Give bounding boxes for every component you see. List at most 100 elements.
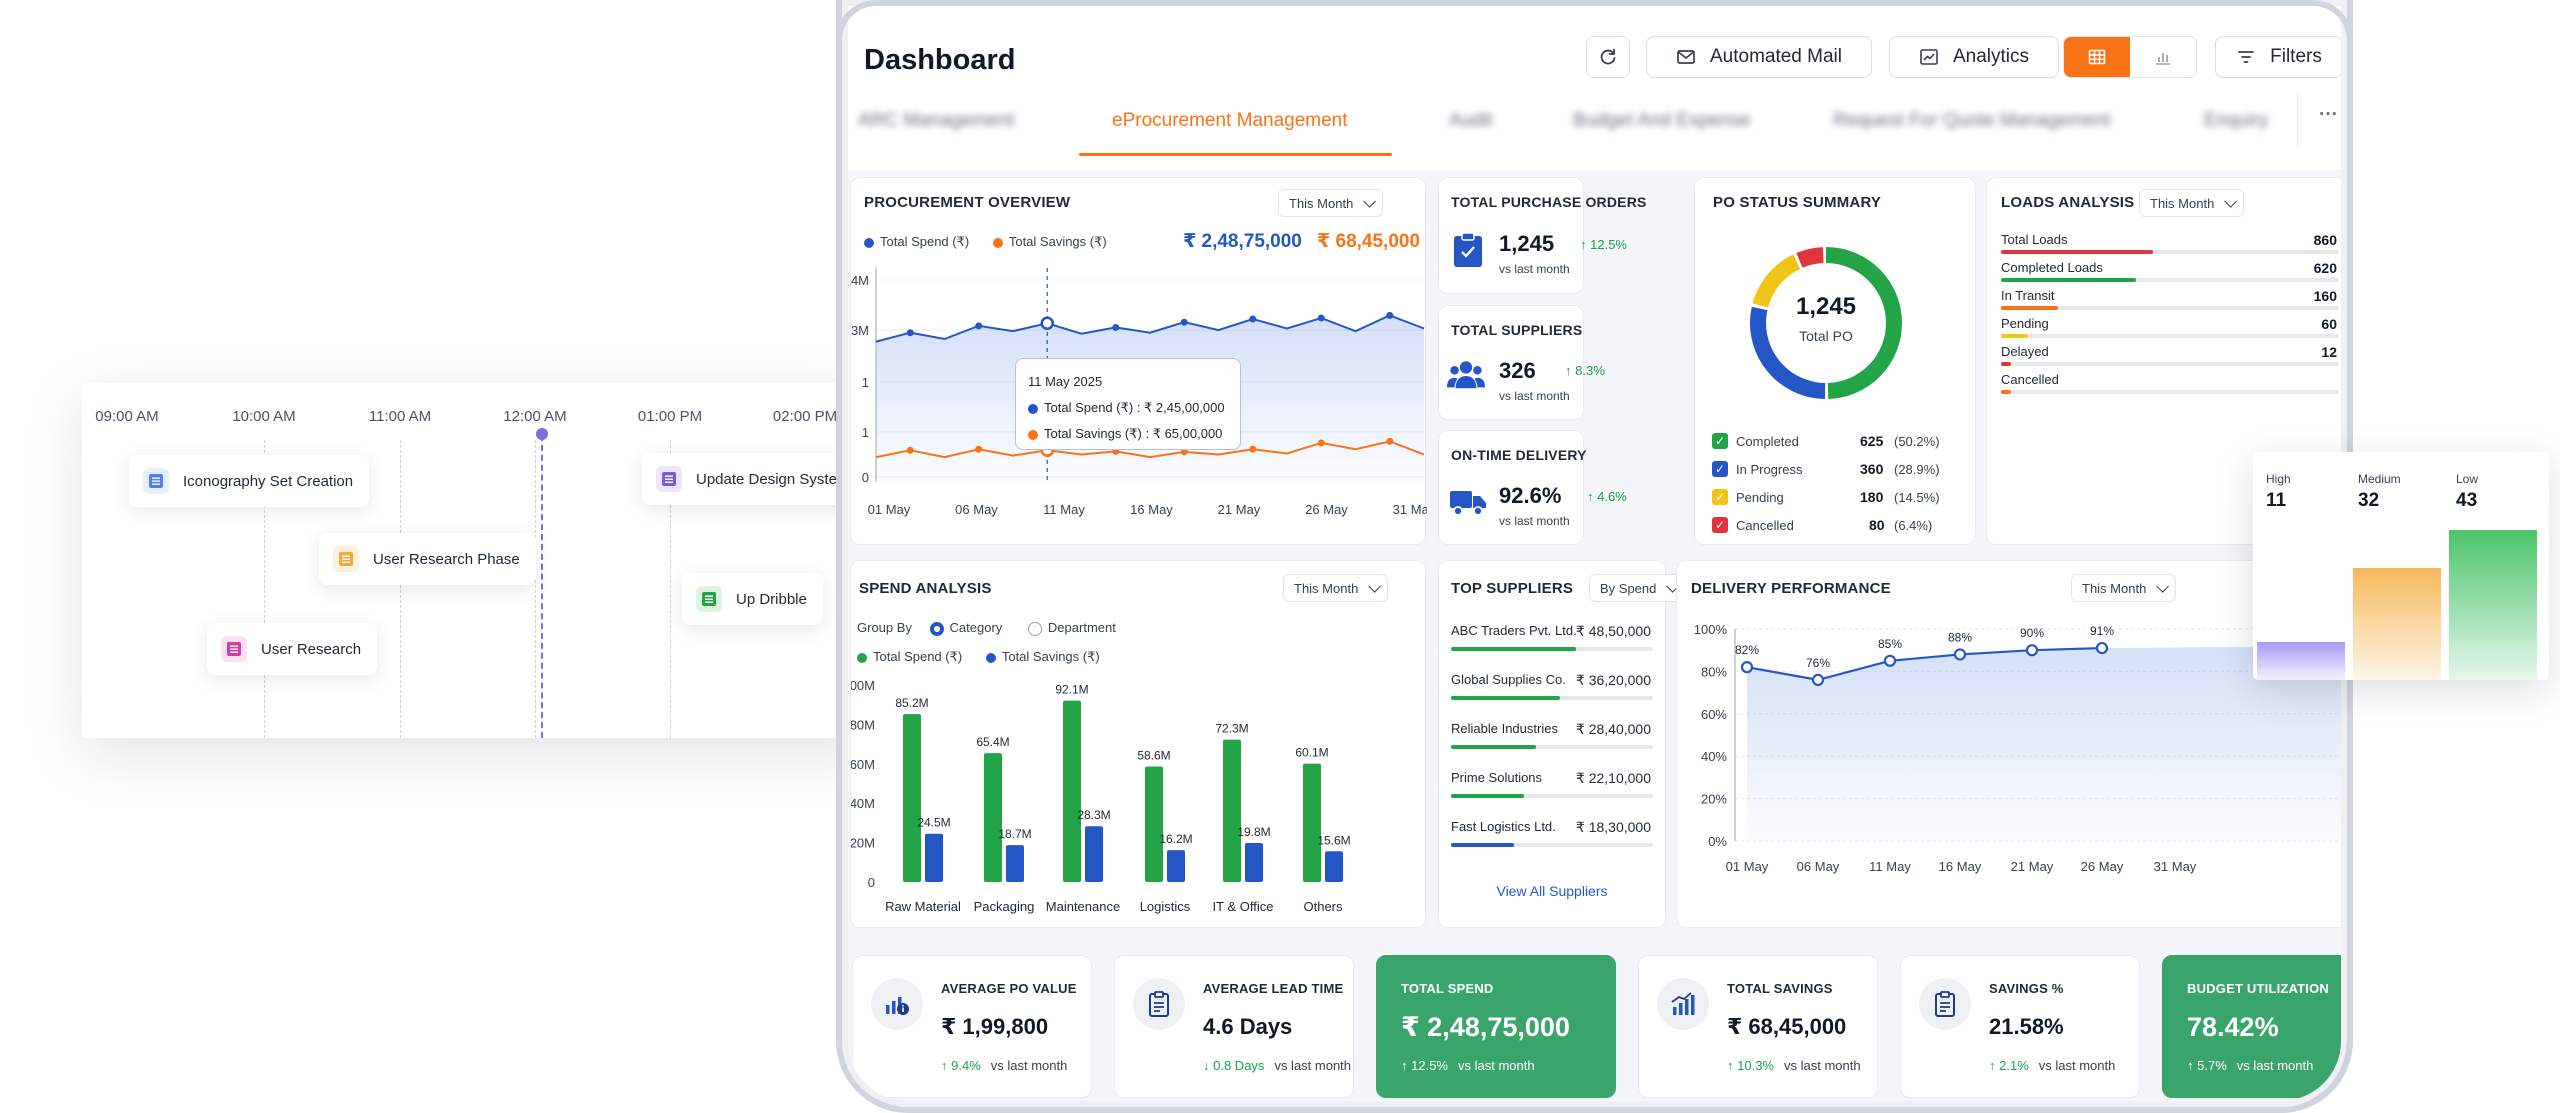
load-label: Completed Loads <box>2001 260 2103 275</box>
task-label: User Research Phase <box>373 550 520 568</box>
delivery-performance-card: DELIVERY PERFORMANCE This Month 100% 80% 6… <box>1676 560 2347 928</box>
tab-arc-management[interactable]: ARC Management <box>858 110 1014 132</box>
period-dropdown[interactable]: This Month <box>2071 574 2177 602</box>
chart-tooltip: 11 May 2025 Total Spend (₹) : ₹ 2,45,00,… <box>1015 358 1241 450</box>
load-label: Pending <box>2001 316 2049 331</box>
y-tick-label: 40M <box>851 796 875 811</box>
kpi-title: TOTAL SAVINGS <box>1727 981 1833 996</box>
kpi-title: TOTAL SPEND <box>1401 981 1494 996</box>
mail-icon <box>1677 50 1695 64</box>
card-title: PROCUREMENT OVERVIEW <box>864 194 1071 211</box>
dropdown-value: This Month <box>1289 195 1354 211</box>
kpi-note: vs last month <box>2236 1058 2314 1073</box>
tab-rfq-management[interactable]: Request For Quote Management <box>1833 110 2111 132</box>
time-label: 11:00 AM <box>368 408 432 425</box>
kpi-value: ₹ 2,48,75,000 <box>1401 1012 1570 1042</box>
data-label: 90% <box>2020 626 2044 640</box>
checkbox-icon: ✓ <box>1712 433 1728 449</box>
automated-mail-button[interactable]: Automated Mail <box>1646 36 1872 78</box>
y-tick-label: 0% <box>1708 834 1727 849</box>
x-tick-label: 26 May <box>1305 502 1348 517</box>
data-point <box>1953 648 1967 661</box>
kpi-note: vs last month <box>1499 262 1570 276</box>
kpi-change: ↑ 4.6% <box>1587 489 1627 504</box>
po-status-row: ✓ Cancelled 80 (6.4%) <box>1712 515 1962 543</box>
x-tick-label: 01 May <box>1726 859 1769 874</box>
more-tabs-button[interactable]: ··· <box>2319 104 2338 126</box>
spend-bar <box>1303 763 1321 882</box>
active-tab-indicator <box>1079 153 1392 156</box>
analytics-button[interactable]: Analytics <box>1889 36 2059 78</box>
chevron-down-icon <box>2156 579 2170 593</box>
y-tick-label: 60% <box>1701 707 1727 722</box>
po-status-row: ✓ Pending 180 (14.5%) <box>1712 487 1962 515</box>
time-gridline <box>400 440 401 738</box>
top-bar: Dashboard Automated Mail Analytics Filte… <box>842 0 2347 170</box>
refresh-button[interactable] <box>1586 36 1630 78</box>
period-dropdown[interactable]: This Month <box>1278 189 1384 217</box>
x-tick-label: 21 May <box>2011 859 2054 874</box>
sort-dropdown[interactable]: By Spend <box>1589 574 1687 602</box>
task-label: Update Design System <box>696 470 850 488</box>
y-tick-label: 4M <box>851 273 869 288</box>
bar-value-label: 92.1M <box>1055 683 1088 697</box>
period-dropdown[interactable]: This Month <box>2139 189 2245 217</box>
kpi-value: 1,245 <box>1499 231 1555 256</box>
timeline-task[interactable]: Up Dribble <box>682 573 823 625</box>
clipboard-icon <box>1919 978 1971 1030</box>
y-tick-label: 20% <box>1701 792 1727 807</box>
tab-audit[interactable]: Audit <box>1449 110 1492 132</box>
bar-value-label: 19.8M <box>1237 825 1270 839</box>
chart-view-button[interactable] <box>2130 37 2196 77</box>
table-view-button[interactable] <box>2064 37 2130 77</box>
total-savings-value: ₹ 68,45,000 <box>1317 231 1421 252</box>
card-title: TOTAL SUPPLIERS <box>1451 322 1583 338</box>
chevron-down-icon <box>1363 194 1377 208</box>
chevron-down-icon <box>2224 194 2238 208</box>
data-label: 76% <box>1806 656 1830 670</box>
arrow-up-icon: ↑ <box>2187 1058 2198 1073</box>
status-pct: (14.5%) <box>1894 490 1940 505</box>
supplier-name: Reliable Industries <box>1451 721 1558 736</box>
timeline-task[interactable]: User Research Phase <box>319 533 536 585</box>
chevron-down-icon <box>1368 579 1382 593</box>
hover-point <box>1040 316 1054 330</box>
y-tick-label: 80% <box>1701 664 1727 679</box>
timeline-task[interactable]: Iconography Set Creation <box>129 455 370 507</box>
kpi-value: 4.6 Days <box>1203 1014 1293 1039</box>
legend-label: Total Savings (₹) <box>1001 649 1100 664</box>
status-label: In Progress <box>1736 462 1803 477</box>
timeline-card: 09:00 AM 10:00 AM 11:00 AM 12:00 AM 01:0… <box>82 383 872 738</box>
status-label: Pending <box>1736 490 1784 505</box>
chart-legend: Total Spend (₹) Total Savings (₹) <box>857 649 1100 665</box>
priority-value: 11 <box>2266 490 2287 511</box>
kpi-change-value: 12.5% <box>1590 237 1627 252</box>
tab-enquiry[interactable]: Enquiry <box>2204 110 2268 132</box>
data-point <box>1811 673 1825 686</box>
radio-department[interactable] <box>1027 621 1042 636</box>
legend-swatch <box>985 652 996 663</box>
kpi-note: vs last month <box>1274 1058 1352 1073</box>
filters-button[interactable]: Filters <box>2215 36 2343 78</box>
filters-label: Filters <box>2270 46 2322 67</box>
bar-value-label: 72.3M <box>1215 722 1248 736</box>
arrow-up-icon: ↑ <box>1401 1058 1412 1073</box>
view-all-suppliers-link[interactable]: View All Suppliers <box>1439 883 1665 899</box>
tab-budget-expense[interactable]: Budget And Expense <box>1573 110 1750 132</box>
tab-eprocurement[interactable]: eProcurement Management <box>1112 110 1348 132</box>
bottom-kpi-card: TOTAL SAVINGS ₹ 68,45,000 ↑ 10.3% vs last m… <box>1638 955 1878 1098</box>
dropdown-value: This Month <box>1294 580 1359 596</box>
kpi-title: AVERAGE PO VALUE <box>941 981 1077 996</box>
x-tick-label: Others <box>1303 899 1343 914</box>
supplier-bar-track <box>1451 794 1653 798</box>
bar-value-label: 24.5M <box>917 816 950 830</box>
timeline-task[interactable]: User Research <box>207 623 378 675</box>
timeline-task[interactable]: Update Design System <box>642 453 866 505</box>
period-dropdown[interactable]: This Month <box>1283 574 1389 602</box>
radio-category[interactable] <box>929 621 944 636</box>
kpi-value: 92.6% <box>1499 483 1562 508</box>
arrow-up-icon: ↑ <box>1727 1058 1738 1073</box>
time-gridline <box>535 440 536 738</box>
y-tick-label: 40% <box>1701 749 1727 764</box>
kpi-change: 5.7% <box>2197 1058 2227 1073</box>
